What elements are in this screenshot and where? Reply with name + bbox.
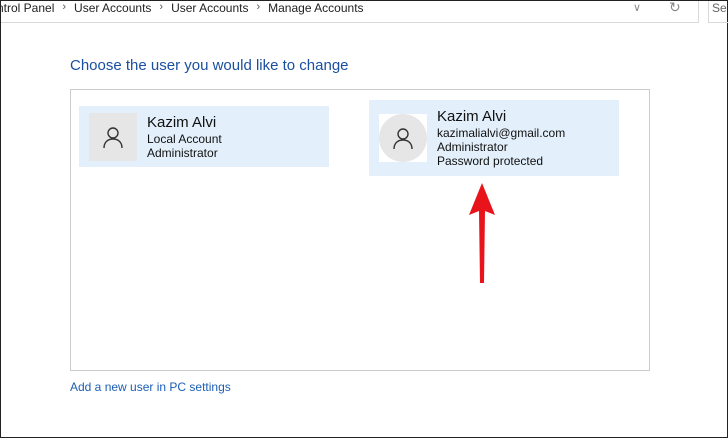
breadcrumb: ntrol Panel › User Accounts › User Account… xyxy=(0,1,364,15)
account-role: Administrator xyxy=(147,145,218,160)
refresh-icon[interactable]: ↻ xyxy=(669,0,681,16)
search-input[interactable]: Se xyxy=(708,1,728,23)
user-avatar-icon xyxy=(89,112,137,161)
breadcrumb-control-panel[interactable]: ntrol Panel xyxy=(0,1,54,15)
account-tile-local[interactable]: Kazim Alvi Local Account Administrator xyxy=(79,106,329,167)
red-arrow-annotation-icon xyxy=(469,183,495,283)
address-bar[interactable]: ntrol Panel › User Accounts › User Account… xyxy=(0,0,699,23)
account-email: kazimalialvi@gmail.com xyxy=(437,126,566,140)
history-dropdown-icon[interactable]: ∨ xyxy=(633,1,641,14)
account-name: Kazim Alvi xyxy=(147,113,217,131)
account-role: Administrator xyxy=(437,140,508,154)
breadcrumb-manage-accounts[interactable]: Manage Accounts xyxy=(268,1,363,15)
account-tile-microsoft[interactable]: Kazim Alvi kazimalialvi@gmail.com Admini… xyxy=(369,100,619,176)
breadcrumb-user-accounts-2[interactable]: User Accounts xyxy=(171,1,248,15)
account-name: Kazim Alvi xyxy=(437,108,507,125)
user-avatar-icon xyxy=(379,114,427,162)
add-new-user-link[interactable]: Add a new user in PC settings xyxy=(70,380,231,394)
chevron-right-icon: › xyxy=(159,1,164,13)
account-password-status: Password protected xyxy=(437,154,544,168)
breadcrumb-user-accounts[interactable]: User Accounts xyxy=(74,1,151,15)
account-type: Local Account xyxy=(147,131,222,146)
chevron-right-icon: › xyxy=(256,1,261,13)
page-title: Choose the user you would like to change xyxy=(70,57,349,74)
chevron-right-icon: › xyxy=(62,1,67,13)
